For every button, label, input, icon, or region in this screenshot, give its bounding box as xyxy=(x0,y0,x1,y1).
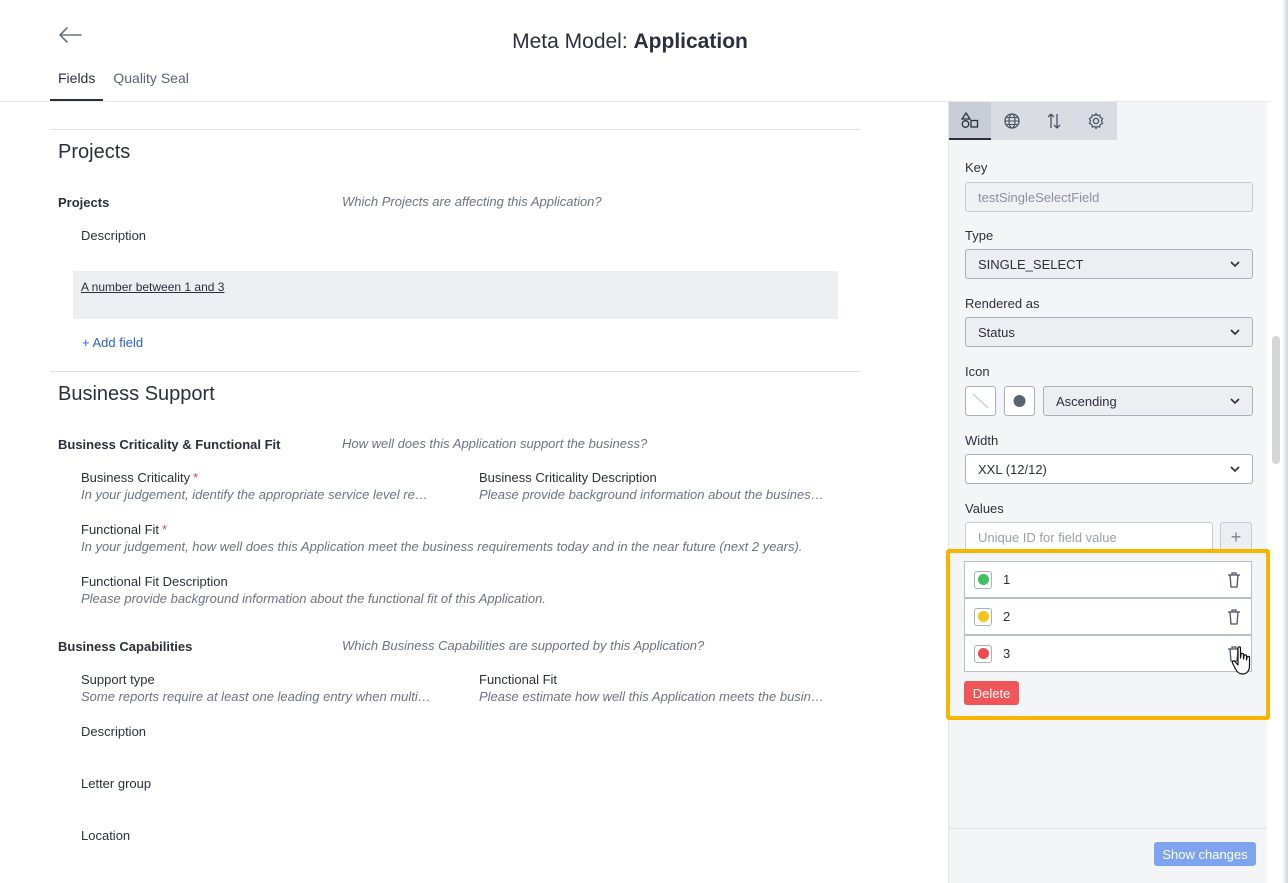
field-label-business-criticality-description[interactable]: Business Criticality Description xyxy=(479,470,657,485)
group-description: Which Business Capabilities are supporte… xyxy=(342,638,705,653)
title-prefix: Meta Model: xyxy=(512,30,634,53)
globe-icon xyxy=(1004,113,1020,129)
selected-field-label[interactable]: A number between 1 and 3 xyxy=(81,280,224,294)
type-select-value: SINGLE_SELECT xyxy=(978,256,1084,272)
field-help: In your judgement, how well does this Ap… xyxy=(81,539,803,554)
chevron-down-icon xyxy=(1230,466,1240,472)
group-title-projects[interactable]: Projects xyxy=(58,195,109,210)
panel-tab-sorting[interactable] xyxy=(1033,102,1075,140)
group-description: How well does this Application support t… xyxy=(342,436,648,451)
dot-icon xyxy=(1013,395,1026,407)
field-label-support-type[interactable]: Support type xyxy=(81,672,155,687)
type-select[interactable]: SINGLE_SELECT xyxy=(965,249,1253,279)
icon-label: Icon xyxy=(965,364,990,379)
key-input[interactable]: testSingleSelectField xyxy=(965,182,1253,212)
sort-icon xyxy=(1047,113,1061,129)
field-help: Please provide background information ab… xyxy=(81,591,546,606)
section-title-business-support: Business Support xyxy=(58,383,215,405)
icon-order-select[interactable]: Ascending xyxy=(1043,386,1253,416)
gear-icon xyxy=(1088,112,1104,130)
panel-tab-settings[interactable] xyxy=(1075,102,1117,140)
field-label-text: Business Criticality xyxy=(81,470,191,485)
no-icon-button[interactable] xyxy=(965,386,996,416)
chevron-down-icon xyxy=(1230,261,1240,267)
required-marker: * xyxy=(162,522,168,537)
field-label-functional-fit-description[interactable]: Functional Fit Description xyxy=(81,574,228,589)
page-title: Meta Model: Application xyxy=(0,30,1260,54)
field-label-description[interactable]: Description xyxy=(81,724,146,739)
field-help: Please provide background information ab… xyxy=(479,487,829,502)
width-select-value: XXL (12/12) xyxy=(978,461,1047,477)
window-edge-shadow xyxy=(1282,0,1288,883)
section-divider xyxy=(50,129,861,130)
add-value-button[interactable]: + xyxy=(1220,522,1252,552)
panel-tab-translations[interactable] xyxy=(991,102,1033,140)
group-title-business-criticality[interactable]: Business Criticality & Functional Fit xyxy=(58,437,280,452)
tab-quality-seal[interactable]: Quality Seal xyxy=(105,68,196,101)
rendered-as-value: Status xyxy=(978,324,1015,340)
icon-order-value: Ascending xyxy=(1056,393,1117,409)
chevron-down-icon xyxy=(1230,329,1240,335)
field-settings-panel: Key testSingleSelectField Type SINGLE_SE… xyxy=(948,102,1267,883)
hand-cursor-icon xyxy=(1231,646,1251,675)
value-id-input[interactable]: Unique ID for field value xyxy=(965,522,1213,552)
section-divider xyxy=(50,371,861,372)
type-label: Type xyxy=(965,228,994,243)
field-help: In your judgement, identify the appropri… xyxy=(81,487,431,502)
group-description: Which Projects are affecting this Applic… xyxy=(342,194,602,209)
panel-footer-divider xyxy=(948,828,1267,829)
width-label: Width xyxy=(965,433,999,448)
field-label-functional-fit-capability[interactable]: Functional Fit xyxy=(479,672,557,687)
field-label-text: Functional Fit xyxy=(81,522,160,537)
add-field-button[interactable]: + Add field xyxy=(82,335,143,350)
values-label: Values xyxy=(965,501,1004,516)
field-label-business-criticality[interactable]: Business Criticality * xyxy=(81,470,198,485)
section-title-projects: Projects xyxy=(58,141,131,163)
rendered-as-label: Rendered as xyxy=(965,296,1040,311)
field-label-functional-fit[interactable]: Functional Fit * xyxy=(81,522,167,537)
group-title-business-capabilities[interactable]: Business Capabilities xyxy=(58,639,192,654)
tab-fields[interactable]: Fields xyxy=(50,68,104,101)
panel-tabs xyxy=(949,102,1117,140)
selected-field-row[interactable]: A number between 1 and 3 xyxy=(73,271,838,319)
chevron-down-icon xyxy=(1230,398,1240,404)
field-help: Some reports require at least one leadin… xyxy=(81,689,431,704)
scrollbar-thumb[interactable] xyxy=(1272,336,1280,464)
dot-icon-button[interactable] xyxy=(1004,386,1035,416)
title-model-name: Application xyxy=(633,30,748,53)
panel-tab-general[interactable] xyxy=(949,102,991,140)
highlight-frame xyxy=(946,549,1270,720)
no-icon-slash-icon xyxy=(972,393,989,409)
field-label-description[interactable]: Description xyxy=(81,228,146,243)
fields-editor: Projects Projects Which Projects are aff… xyxy=(50,102,861,883)
field-label-location[interactable]: Location xyxy=(81,828,130,843)
field-label-letter-group[interactable]: Letter group xyxy=(81,776,151,791)
header-tabs: Fields Quality Seal xyxy=(50,68,199,101)
rendered-as-select[interactable]: Status xyxy=(965,317,1253,347)
key-label: Key xyxy=(965,160,988,175)
shapes-icon xyxy=(961,111,979,128)
show-changes-button[interactable]: Show changes xyxy=(1154,842,1256,866)
field-help: Please estimate how well this Applicatio… xyxy=(479,689,829,704)
page-header: Meta Model: Application Fields Quality S… xyxy=(0,0,1270,102)
width-select[interactable]: XXL (12/12) xyxy=(965,454,1253,484)
required-marker: * xyxy=(193,470,199,485)
